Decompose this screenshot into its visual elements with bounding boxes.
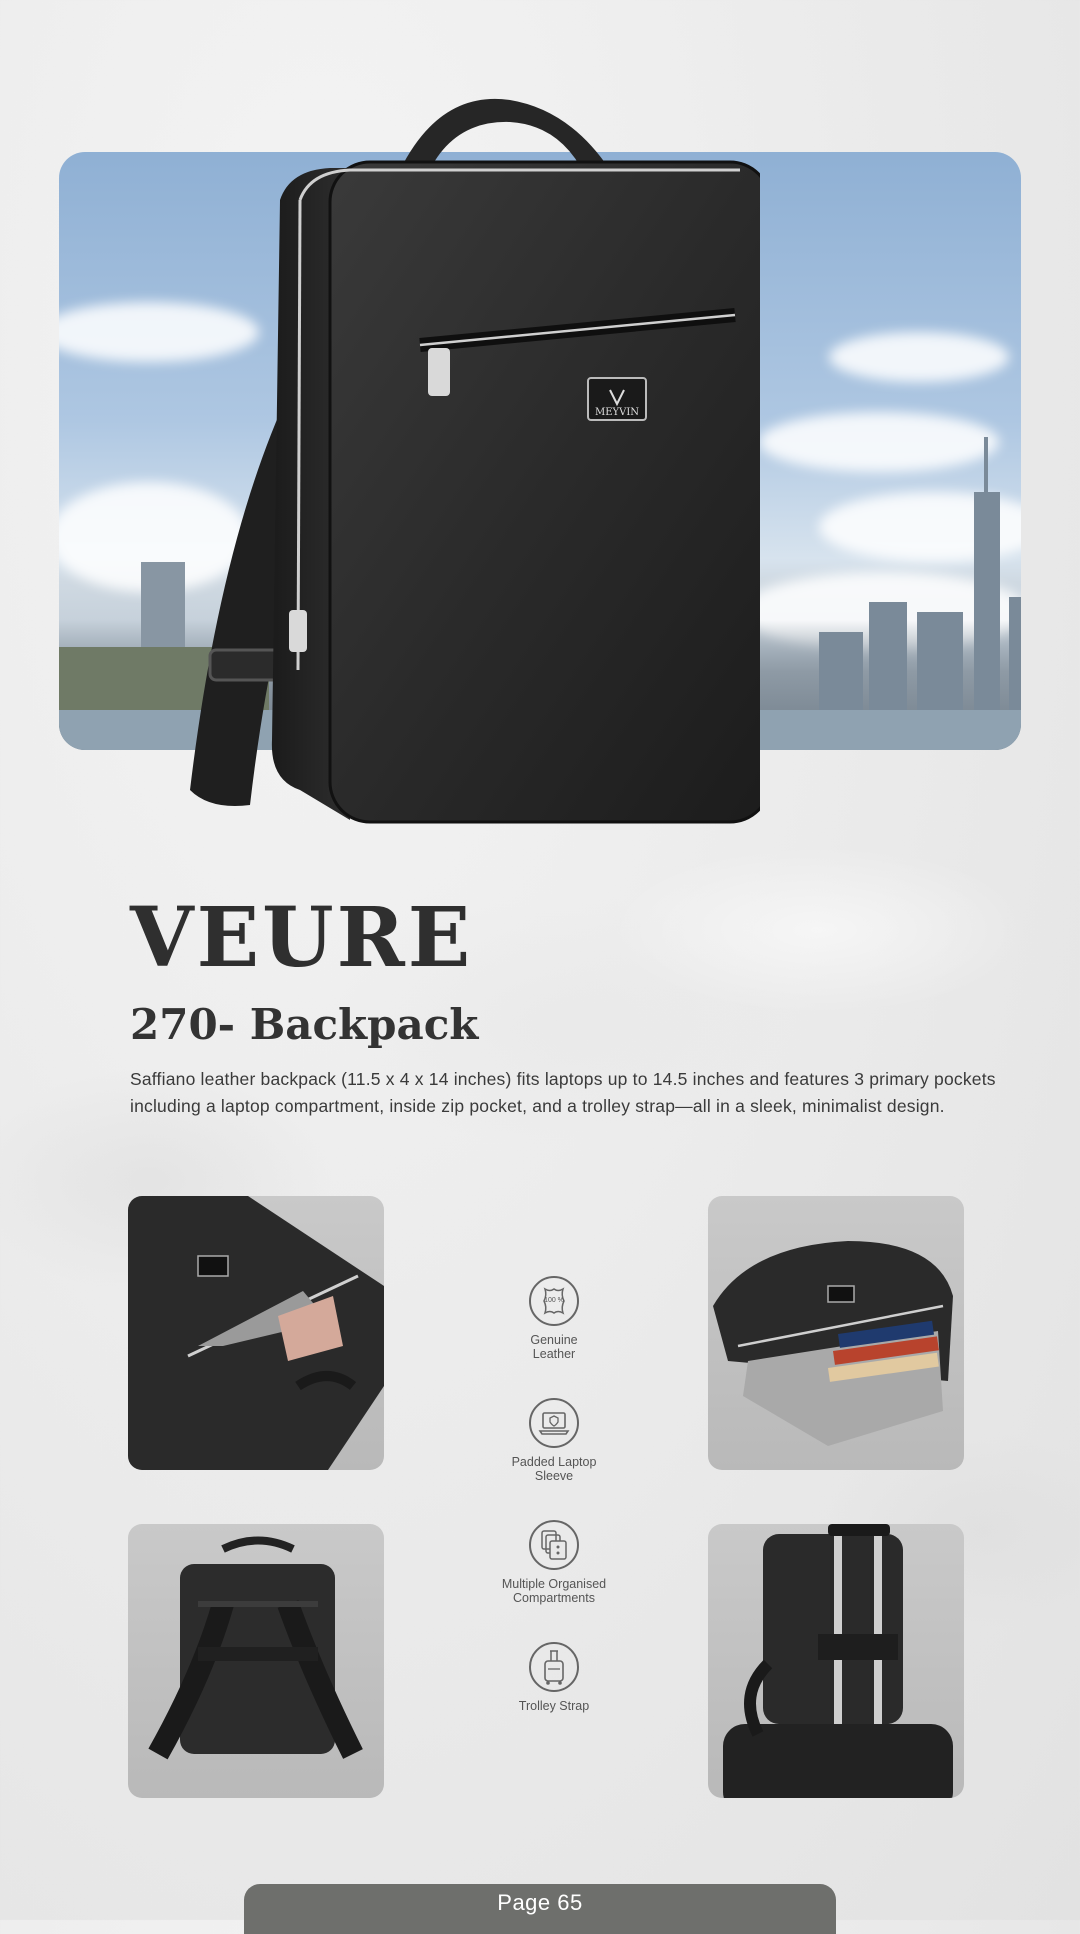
trolley-luggage-icon: [529, 1642, 579, 1692]
leather-badge-text: 100 %: [544, 1297, 564, 1304]
feature-label: Trolley Strap: [518, 1699, 590, 1713]
feature-genuine-leather: 100 % Genuine Leather: [480, 1275, 628, 1361]
thumb-trolley-mount: [708, 1524, 964, 1798]
page-number: Page 65: [497, 1890, 583, 1915]
feature-padded-sleeve: Padded Laptop Sleeve: [480, 1397, 628, 1483]
feature-trolley-strap: Trolley Strap: [480, 1641, 628, 1713]
feature-compartments: Multiple Organised Compartments: [480, 1519, 628, 1605]
page-footer: Page 65: [244, 1884, 836, 1934]
compartments-icon: [529, 1520, 579, 1570]
laptop-shield-icon: [529, 1398, 579, 1448]
thumb-books-inside: [708, 1196, 964, 1470]
product-description: Saffiano leather backpack (11.5 x 4 x 14…: [130, 1069, 996, 1116]
product-model: 270- Backpack: [130, 1000, 479, 1049]
hero-backpack-image: MEYVIN: [190, 98, 760, 824]
product-name: VEURE: [130, 890, 474, 986]
brand-logo-text: MEYVIN: [595, 407, 639, 418]
leather-hide-icon: 100 %: [529, 1276, 579, 1326]
feature-label: Padded Laptop Sleeve: [511, 1455, 597, 1483]
feature-label: Genuine Leather: [530, 1333, 578, 1361]
thumb-laptop-compartment: [128, 1196, 384, 1470]
thumb-back-straps: [128, 1524, 384, 1798]
feature-label: Multiple Organised Compartments: [501, 1577, 607, 1605]
